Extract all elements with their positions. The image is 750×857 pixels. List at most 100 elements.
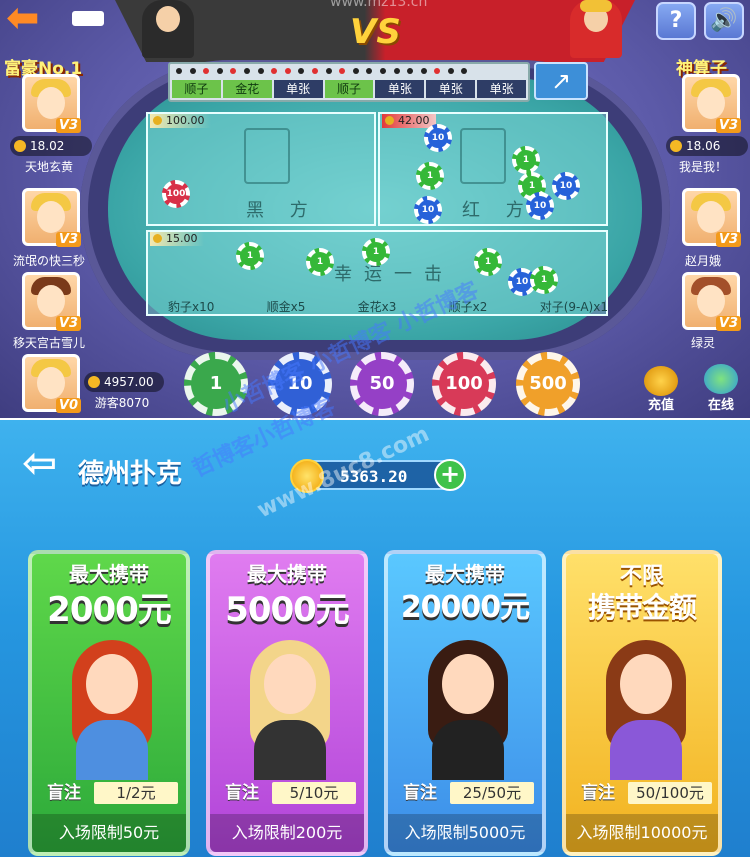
table-chip: 10	[552, 172, 580, 200]
payout-label: 豹子x10	[168, 300, 215, 314]
vip-badge: V3	[715, 232, 741, 247]
red-bet-amount: 42.00	[382, 114, 436, 128]
table-chip: 10	[424, 124, 452, 152]
black-bet-area[interactable]: 100.00 黑 方	[146, 112, 376, 226]
blind-value: 1/2元	[94, 782, 178, 804]
vs-logo: VS	[350, 12, 401, 52]
history-dot	[189, 68, 196, 74]
history-dot	[461, 68, 468, 74]
history-dot	[447, 68, 454, 74]
blind-label: 盲注	[225, 783, 259, 803]
history-dot	[325, 68, 332, 74]
room-card[interactable]: 最大携带 5000元 盲注 5/10元 入场限制200元	[206, 550, 368, 856]
table-chip: 1	[362, 238, 390, 266]
player-avatar[interactable]: V3	[22, 74, 81, 133]
blind-bar: 盲注 1/2元	[38, 780, 184, 806]
queen-card-icon	[460, 128, 506, 184]
player-name: 流氓の快三秒	[12, 254, 85, 268]
help-button[interactable]: ?	[656, 2, 696, 40]
player-name: 天地玄黄	[24, 160, 73, 174]
recharge-button[interactable]: 充值	[638, 394, 684, 413]
chip-500-button[interactable]: 500	[516, 352, 580, 416]
player-avatar[interactable]: V3	[682, 188, 741, 247]
hostess-illustration	[418, 640, 518, 780]
entry-limit: 入场限制5000元	[388, 814, 542, 852]
table-chip: 1	[416, 162, 444, 190]
back-arrow-icon[interactable]: ⇦	[22, 442, 57, 484]
room-card[interactable]: 最大携带 20000元 盲注 25/50元 入场限制5000元	[384, 550, 546, 856]
history-results: 顺子 金花 单张 顺子 单张 单张 单张	[170, 78, 528, 100]
back-arrow-icon[interactable]: ⬅	[6, 0, 56, 38]
player-avatar[interactable]: V3	[682, 74, 741, 133]
coin-stack-icon	[644, 366, 678, 396]
player-coins: 18.02	[10, 136, 92, 156]
history-result: 单张	[375, 80, 425, 98]
add-funds-button[interactable]: +	[434, 459, 466, 491]
history-result: 单张	[477, 80, 527, 98]
chip-100-button[interactable]: 100	[432, 352, 496, 416]
history-dot	[298, 68, 305, 74]
history-result: 顺子	[172, 80, 221, 98]
table-chip: 1	[530, 266, 558, 294]
vip-badge: V3	[55, 316, 81, 331]
my-coins: 4957.00	[84, 372, 164, 392]
table-chip: 1	[512, 146, 540, 174]
url-watermark: www.mz13.cn	[330, 0, 428, 10]
king-card-icon	[244, 128, 290, 184]
blind-label: 盲注	[47, 783, 81, 803]
history-dot	[379, 68, 386, 74]
history-dots	[170, 64, 528, 78]
blind-label: 盲注	[581, 783, 615, 803]
red-side-label: 红 方	[462, 200, 534, 221]
sound-button[interactable]: 🔊	[704, 2, 744, 40]
table-chip: 10	[414, 196, 442, 224]
history-dot	[216, 68, 223, 74]
history-board: 顺子 金花 单张 顺子 单张 单张 单张	[168, 62, 530, 102]
room-limit: 5000元	[225, 590, 350, 630]
hostess-illustration	[596, 640, 696, 780]
player-avatar[interactable]: V3	[22, 272, 81, 331]
history-dot	[243, 68, 250, 74]
my-name: 游客8070	[94, 396, 150, 410]
blind-value: 5/10元	[272, 782, 356, 804]
black-bet-amount: 100.00	[150, 114, 211, 128]
player-avatar[interactable]: V3	[22, 188, 81, 247]
page-title: 德州扑克	[78, 459, 183, 489]
blind-label: 盲注	[403, 783, 437, 803]
online-button[interactable]: 在线	[698, 394, 744, 413]
blind-bar: 盲注 50/100元	[572, 780, 718, 806]
history-dot	[393, 68, 400, 74]
vip-badge: V0	[55, 398, 81, 413]
player-coins: 18.06	[666, 136, 748, 156]
player-name: 赵月娥	[684, 254, 721, 268]
lucky-bet-amount: 15.00	[150, 232, 204, 246]
chip-50-button[interactable]: 50	[350, 352, 414, 416]
history-dot	[176, 68, 182, 74]
hostess-illustration	[240, 640, 340, 780]
room-card[interactable]: 最大携带 2000元 盲注 1/2元 入场限制50元	[28, 550, 190, 856]
history-dot	[434, 68, 441, 74]
history-dot	[352, 68, 359, 74]
lobby-screen: ⇦ 德州扑克 5363.20 + 最大携带 2000元 盲注 1/2元 入场限制5…	[0, 420, 750, 857]
history-dot	[366, 68, 373, 74]
payout-label: 对子(9-A)x1	[539, 300, 608, 314]
table-chip: 100	[162, 180, 190, 208]
online-users-icon	[704, 364, 738, 394]
history-dot	[339, 68, 346, 74]
black-side-label: 黑 方	[246, 200, 318, 221]
battery-icon	[72, 11, 104, 26]
room-card[interactable]: 不限 携带金额 盲注 50/100元 入场限制10000元	[562, 550, 722, 856]
payout-label: 顺金x5	[266, 300, 306, 314]
history-dot	[311, 68, 318, 74]
vip-badge: V3	[715, 118, 741, 133]
player-avatar[interactable]: V3	[682, 272, 741, 331]
screenshot-root: www.mz13.cn VS ⬅ ? 🔊 顺子 金花 单张 顺子 单张 单张 单张 ↗ 10…	[0, 0, 750, 857]
entry-limit: 入场限制50元	[32, 814, 186, 852]
my-avatar[interactable]: V0	[22, 354, 81, 413]
history-result: 顺子	[324, 80, 374, 98]
player-name: 移天宫古雪儿	[12, 336, 85, 350]
trend-chart-button[interactable]: ↗	[534, 62, 588, 100]
red-bet-area[interactable]: 42.00 红 方	[378, 112, 608, 226]
entry-limit: 入场限制10000元	[566, 814, 718, 852]
room-limit: 20000元	[400, 590, 530, 625]
